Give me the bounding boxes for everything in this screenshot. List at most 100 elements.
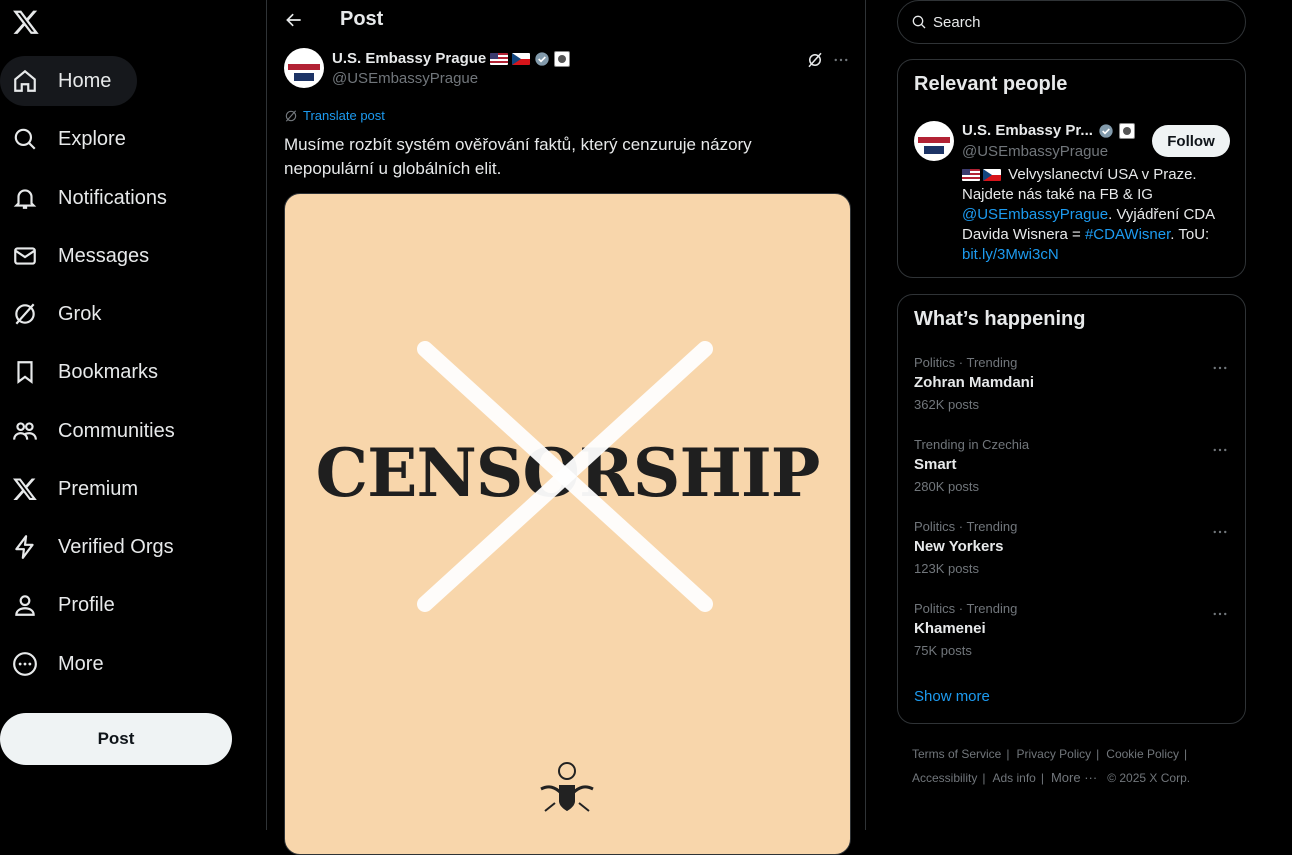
nav-label: Profile xyxy=(58,593,115,616)
envelope-icon xyxy=(12,243,38,269)
author-handle[interactable]: @USEmbassyPrague xyxy=(332,70,478,87)
footer-link[interactable]: Accessibility xyxy=(912,771,977,785)
trend-meta: Trending in Czechia xyxy=(914,437,1030,452)
translate-post-link[interactable]: Translate post xyxy=(284,108,385,123)
more-options-icon[interactable] xyxy=(1211,441,1229,459)
nav-label: Messages xyxy=(58,244,150,267)
trend-name: Smart xyxy=(914,456,957,473)
nav-item-premium[interactable]: Premium xyxy=(0,464,164,514)
relevant-handle[interactable]: @USEmbassyPrague xyxy=(962,143,1108,160)
x-logo-icon[interactable] xyxy=(12,8,40,36)
more-options-icon[interactable] xyxy=(1211,359,1229,377)
nav-item-home[interactable]: Home xyxy=(0,56,138,106)
post-column: Post U.S. Embassy Prague @USEmbassyPragu… xyxy=(266,0,866,855)
trend-item[interactable]: Trending in Czechia Smart 280K posts xyxy=(914,437,1229,509)
government-seal-icon xyxy=(554,50,571,67)
nav-item-communities[interactable]: Communities xyxy=(0,406,201,456)
footer-link[interactable]: Terms of Service xyxy=(912,747,1001,761)
bio-text: . ToU: xyxy=(1170,226,1210,243)
verified-badge-icon xyxy=(534,51,550,67)
page-title: Post xyxy=(340,8,384,30)
nav-label: Verified Orgs xyxy=(58,535,174,558)
bio-mention-link[interactable]: @USEmbassyPrague xyxy=(962,206,1108,223)
trend-count: 362K posts xyxy=(914,397,980,412)
nav-item-profile[interactable]: Profile xyxy=(0,580,141,630)
us-seal-icon xyxy=(540,762,594,812)
nav-item-more[interactable]: More xyxy=(0,639,130,689)
nav-label: Communities xyxy=(58,419,175,442)
bio-hashtag-link[interactable]: #CDAWisner xyxy=(1085,226,1170,243)
search-box[interactable] xyxy=(897,0,1246,44)
search-input[interactable] xyxy=(933,13,1213,31)
author-name-row: U.S. Embassy Prague xyxy=(332,50,571,67)
search-icon xyxy=(12,126,38,152)
trend-name: Khamenei xyxy=(914,620,986,637)
czech-flag-icon xyxy=(983,169,1001,182)
nav-item-messages[interactable]: Messages xyxy=(0,231,175,281)
trend-count: 280K posts xyxy=(914,479,980,494)
us-flag-icon xyxy=(490,52,509,65)
x-logo-icon xyxy=(12,476,38,502)
verified-badge-icon xyxy=(1098,123,1114,139)
back-arrow-icon[interactable] xyxy=(284,10,304,30)
more-options-icon[interactable] xyxy=(1211,523,1229,541)
grok-icon[interactable] xyxy=(806,51,824,69)
bell-icon xyxy=(12,185,38,211)
nav-item-notifications[interactable]: Notifications xyxy=(0,173,193,223)
government-seal-icon xyxy=(1118,122,1135,139)
trend-item[interactable]: Politics · Trending Zohran Mamdani 362K … xyxy=(914,355,1229,427)
trend-count: 123K posts xyxy=(914,561,980,576)
relevant-name-row: U.S. Embassy Pr... xyxy=(962,122,1135,139)
follow-button[interactable]: Follow xyxy=(1152,125,1230,157)
relevant-name[interactable]: U.S. Embassy Pr... xyxy=(962,122,1093,139)
post-button[interactable]: Post xyxy=(0,713,232,765)
nav-item-verified-orgs[interactable]: Verified Orgs xyxy=(0,522,200,572)
cross-out-mark xyxy=(417,341,713,612)
post-image[interactable]: CENSORSHIP xyxy=(284,193,851,855)
trend-name: Zohran Mamdani xyxy=(914,374,1035,391)
search-icon xyxy=(911,14,927,30)
footer-link[interactable]: Privacy Policy xyxy=(1016,747,1091,761)
trend-name: New Yorkers xyxy=(914,538,1004,555)
footer-link[interactable]: More ··· xyxy=(1051,770,1097,785)
translate-icon xyxy=(284,109,298,123)
footer: Terms of Service | Privacy Policy | Cookie P… xyxy=(912,747,1191,785)
trend-meta: Politics · Trending xyxy=(914,355,1018,370)
czech-flag-icon xyxy=(512,52,531,65)
footer-link[interactable]: Ads info xyxy=(992,771,1035,785)
translate-label: Translate post xyxy=(303,108,385,123)
footer-link[interactable]: Cookie Policy xyxy=(1106,747,1179,761)
person-icon xyxy=(12,592,38,618)
trend-meta: Politics · Trending xyxy=(914,601,1018,616)
nav-label: Home xyxy=(58,69,112,92)
show-more-link[interactable]: Show more xyxy=(914,688,990,705)
nav-item-bookmarks[interactable]: Bookmarks xyxy=(0,347,184,397)
nav-label: Bookmarks xyxy=(58,360,159,383)
nav-label: Premium xyxy=(58,477,139,500)
bio-url-link[interactable]: bit.ly/3Mwi3cN xyxy=(962,246,1059,263)
card-title: Relevant people xyxy=(914,73,1068,95)
avatar[interactable] xyxy=(914,121,954,161)
whats-happening-card: What’s happening Politics · Trending Zoh… xyxy=(897,294,1246,724)
home-icon xyxy=(12,68,38,94)
trend-meta: Politics · Trending xyxy=(914,519,1018,534)
more-options-icon[interactable] xyxy=(832,51,850,69)
avatar[interactable] xyxy=(284,48,324,88)
people-icon xyxy=(12,418,38,444)
trend-item[interactable]: Politics · Trending Khamenei 75K posts xyxy=(914,601,1229,673)
more-options-icon[interactable] xyxy=(1211,605,1229,623)
nav-label: Grok xyxy=(58,302,102,325)
nav-label: Notifications xyxy=(58,186,167,209)
left-navigation: Home Explore Notifications Messages Grok… xyxy=(0,0,266,830)
bookmark-icon xyxy=(12,359,38,385)
relevant-bio: Velvyslanectví USA v Praze. Najdete nás … xyxy=(962,165,1224,265)
trend-count: 75K posts xyxy=(914,643,972,658)
author-name[interactable]: U.S. Embassy Prague xyxy=(332,50,486,67)
nav-item-explore[interactable]: Explore xyxy=(0,114,152,164)
lightning-icon xyxy=(12,534,38,560)
grok-icon xyxy=(12,301,38,327)
trend-item[interactable]: Politics · Trending New Yorkers 123K pos… xyxy=(914,519,1229,591)
nav-label: Explore xyxy=(58,127,126,150)
nav-item-grok[interactable]: Grok xyxy=(0,289,127,339)
copyright: © 2025 X Corp. xyxy=(1107,771,1191,785)
